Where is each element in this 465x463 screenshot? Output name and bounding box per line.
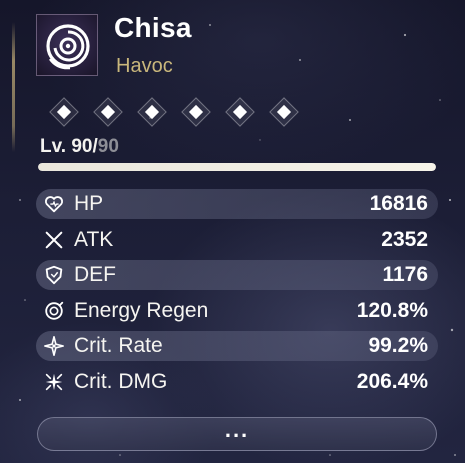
- sequence-node-4[interactable]: [180, 96, 212, 128]
- stat-row-hp[interactable]: HP 16816: [36, 189, 438, 219]
- level-progress-bar: [38, 163, 436, 171]
- more-details-button[interactable]: ...: [37, 417, 437, 451]
- stat-row-atk[interactable]: ATK 2352: [36, 225, 438, 255]
- shield-icon: [42, 263, 66, 287]
- stat-label: Crit. DMG: [74, 369, 168, 393]
- level-readout: Lv. 90/90: [40, 136, 119, 158]
- stat-value: 16816: [369, 192, 428, 215]
- crit-dmg-icon: [42, 370, 66, 394]
- stat-label: HP: [74, 192, 104, 215]
- level-prefix: Lv.: [40, 136, 67, 157]
- diamond-icon: [93, 97, 123, 127]
- stat-value: 120.8%: [356, 298, 428, 322]
- stat-value: 99.2%: [368, 334, 428, 357]
- sequence-node-2[interactable]: [92, 96, 124, 128]
- heart-icon: [42, 192, 66, 216]
- ellipsis-icon: ...: [224, 417, 250, 442]
- level-current: 90: [71, 136, 93, 157]
- crossed-swords-icon: [42, 228, 66, 252]
- level-max: 90: [97, 136, 119, 157]
- sequence-node-3[interactable]: [136, 96, 168, 128]
- stat-row-crit-dmg[interactable]: Crit. DMG 206.4%: [36, 367, 438, 397]
- character-name: Chisa: [114, 12, 192, 43]
- diamond-icon: [181, 97, 211, 127]
- energy-regen-icon: [42, 299, 66, 323]
- stat-value: 1176: [382, 263, 428, 286]
- stats-list: HP 16816 ATK 2352 DEF 1176 Energy Regen …: [36, 189, 438, 402]
- sequence-node-6[interactable]: [268, 96, 300, 128]
- stat-label: DEF: [74, 263, 116, 286]
- sequence-node-1[interactable]: [48, 96, 80, 128]
- left-accent-bar: [12, 22, 15, 152]
- sequence-node-5[interactable]: [224, 96, 256, 128]
- level-progress-fill: [38, 163, 436, 171]
- stat-row-def[interactable]: DEF 1176: [36, 260, 438, 290]
- stat-value: 206.4%: [356, 369, 428, 393]
- element-emblem: [36, 14, 98, 76]
- diamond-icon: [49, 97, 79, 127]
- stat-label: Energy Regen: [74, 298, 209, 322]
- diamond-icon: [269, 97, 299, 127]
- character-element: Havoc: [116, 55, 173, 77]
- diamond-icon: [225, 97, 255, 127]
- crit-rate-icon: [42, 334, 66, 358]
- havoc-icon: [46, 24, 90, 70]
- stat-label: ATK: [74, 227, 114, 251]
- stat-label: Crit. Rate: [74, 334, 163, 357]
- stat-row-crit-rate[interactable]: Crit. Rate 99.2%: [36, 331, 438, 361]
- diamond-icon: [137, 97, 167, 127]
- stat-row-energy-regen[interactable]: Energy Regen 120.8%: [36, 296, 438, 326]
- stat-value: 2352: [381, 227, 428, 251]
